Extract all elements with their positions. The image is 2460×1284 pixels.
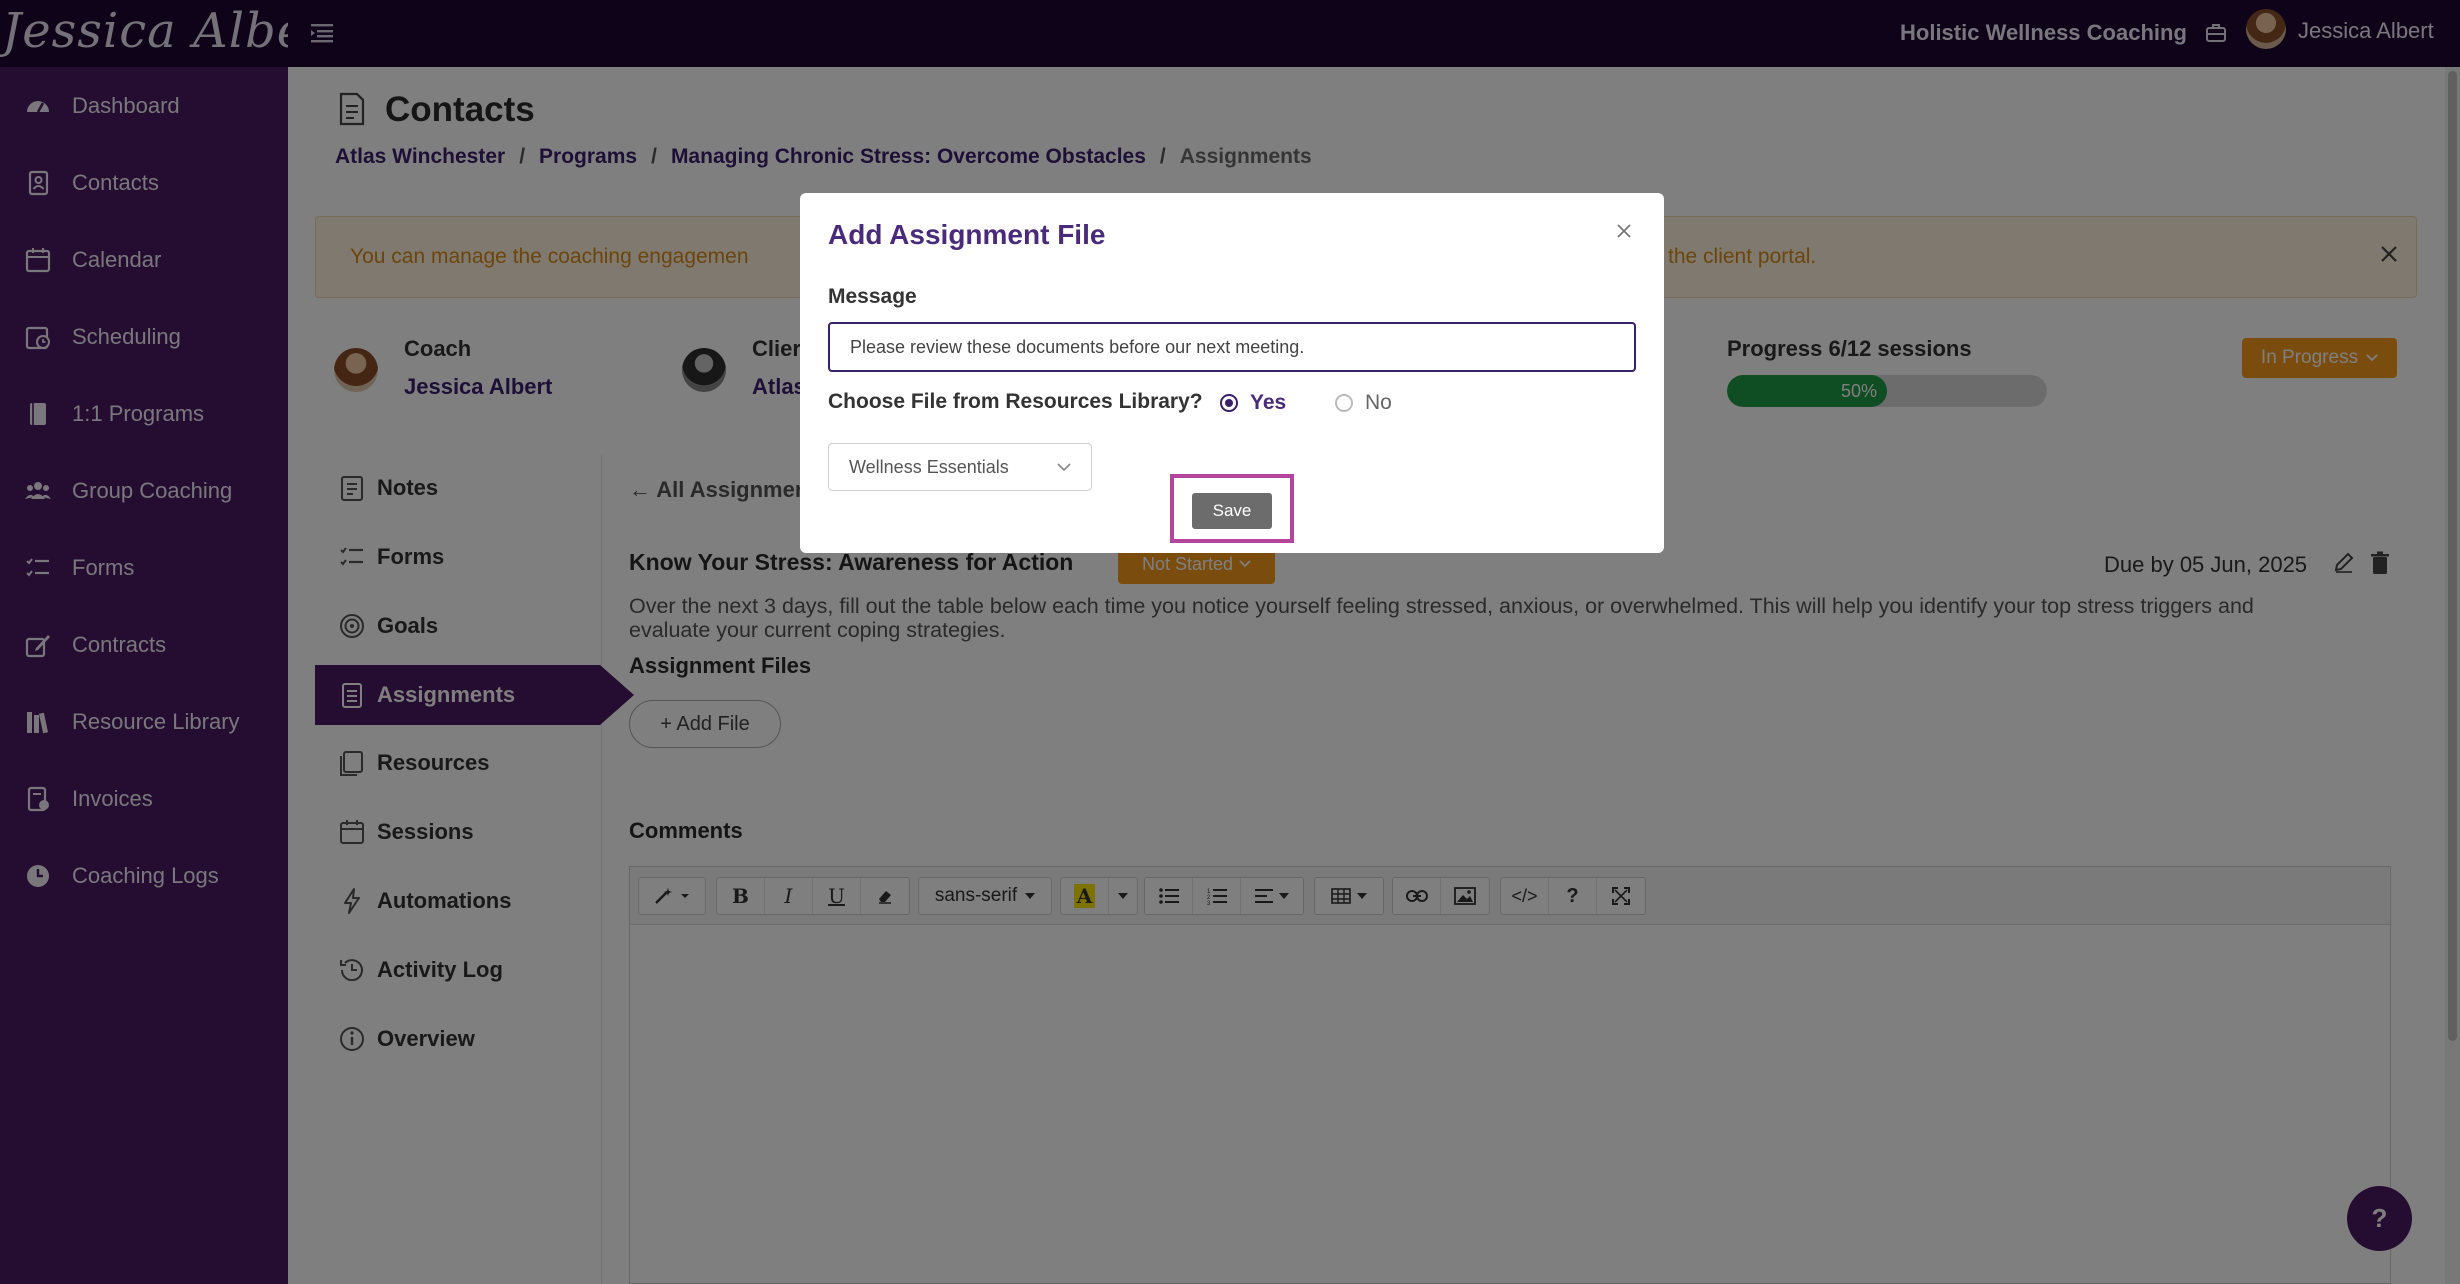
modal-title: Add Assignment File (828, 219, 1106, 250)
radio-no[interactable]: No (1335, 391, 1392, 415)
close-icon[interactable] (1614, 221, 1634, 241)
message-label: Message (828, 285, 917, 308)
add-assignment-file-modal: Add Assignment File Message Choose File … (800, 193, 1664, 553)
radio-no-label: No (1365, 391, 1392, 414)
save-button[interactable]: Save (1192, 493, 1272, 529)
radio-unselected-icon[interactable] (1335, 394, 1353, 412)
resource-select-value: Wellness Essentials (849, 456, 1009, 477)
radio-yes[interactable]: Yes (1220, 391, 1286, 415)
message-input[interactable] (828, 322, 1636, 372)
radio-yes-label: Yes (1250, 391, 1287, 414)
radio-selected-icon[interactable] (1220, 394, 1238, 412)
chevron-down-icon (1057, 462, 1071, 471)
resource-select[interactable]: Wellness Essentials (828, 443, 1092, 491)
resource-library-question: Choose File from Resources Library? (828, 390, 1203, 413)
